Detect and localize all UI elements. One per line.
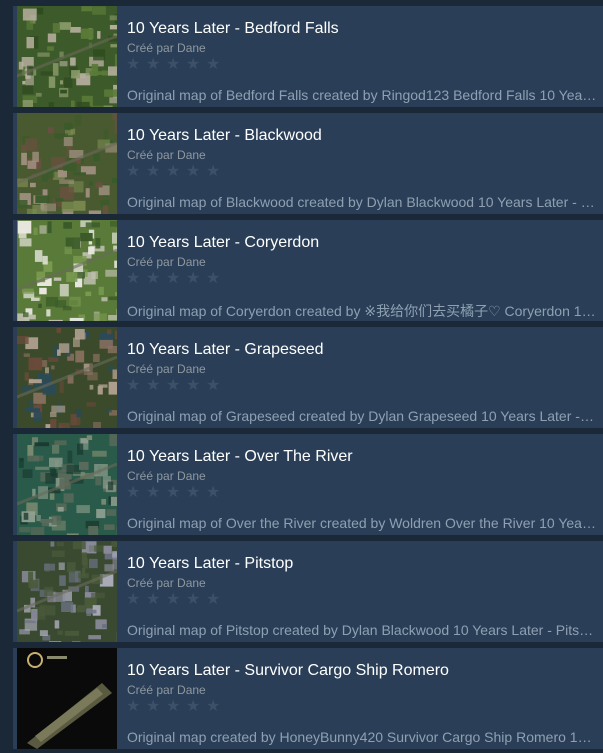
star-icon: ★	[126, 484, 142, 501]
item-description: Original map of Pitstop created by Dylan…	[127, 622, 597, 638]
star-icon: ★	[186, 484, 202, 501]
rating-stars: ★ ★ ★ ★ ★	[126, 270, 226, 288]
star-icon: ★	[206, 163, 222, 180]
star-icon: ★	[166, 484, 182, 501]
rating-stars: ★ ★ ★ ★ ★	[126, 698, 226, 716]
star-icon: ★	[126, 270, 142, 287]
item-title[interactable]: 10 Years Later - Blackwood	[127, 127, 322, 145]
workshop-item[interactable]: 10 Years Later - Coryerdon Créé par Dane ★…	[13, 220, 603, 321]
ship-map-thumbnail[interactable]	[17, 648, 117, 749]
town-map-thumbnail[interactable]	[17, 6, 117, 107]
star-icon: ★	[146, 698, 162, 715]
star-icon: ★	[146, 484, 162, 501]
rating-stars: ★ ★ ★ ★ ★	[126, 591, 226, 609]
item-description: Original map of Coryerdon created by ※我给…	[127, 303, 597, 319]
workshop-item[interactable]: 10 Years Later - Pitstop Créé par Dane ★ ★ ★…	[13, 541, 603, 642]
item-author: Créé par Dane	[127, 362, 206, 376]
star-icon: ★	[206, 270, 222, 287]
star-icon: ★	[206, 484, 222, 501]
star-icon: ★	[206, 377, 222, 394]
star-icon: ★	[166, 270, 182, 287]
town-map-thumbnail[interactable]	[17, 541, 117, 642]
star-icon: ★	[146, 163, 162, 180]
town-map-thumbnail[interactable]	[17, 113, 117, 214]
workshop-item[interactable]: 10 Years Later - Survivor Cargo Ship Rom…	[13, 648, 603, 749]
item-title[interactable]: 10 Years Later - Pitstop	[127, 555, 293, 573]
item-title[interactable]: 10 Years Later - Bedford Falls	[127, 20, 339, 38]
item-author: Créé par Dane	[127, 576, 206, 590]
star-icon: ★	[186, 56, 202, 73]
town-map-thumbnail[interactable]	[17, 434, 117, 535]
star-icon: ★	[206, 56, 222, 73]
star-icon: ★	[146, 377, 162, 394]
star-icon: ★	[146, 270, 162, 287]
item-description: Original map of Bedford Falls created by…	[127, 87, 597, 103]
item-description: Original map of Over the River created b…	[127, 515, 597, 531]
item-author: Créé par Dane	[127, 469, 206, 483]
rating-stars: ★ ★ ★ ★ ★	[126, 56, 226, 74]
star-icon: ★	[166, 591, 182, 608]
item-author: Créé par Dane	[127, 41, 206, 55]
star-icon: ★	[186, 377, 202, 394]
workshop-item[interactable]: 10 Years Later - Bedford Falls Créé par D…	[13, 6, 603, 107]
item-title[interactable]: 10 Years Later - Grapeseed	[127, 341, 324, 359]
workshop-item[interactable]: 10 Years Later - Over The River Créé par …	[13, 434, 603, 535]
star-icon: ★	[126, 163, 142, 180]
town-map-thumbnail[interactable]	[17, 327, 117, 428]
item-author: Créé par Dane	[127, 255, 206, 269]
item-title[interactable]: 10 Years Later - Over The River	[127, 448, 353, 466]
rating-stars: ★ ★ ★ ★ ★	[126, 484, 226, 502]
star-icon: ★	[166, 56, 182, 73]
item-author: Créé par Dane	[127, 148, 206, 162]
workshop-item[interactable]: 10 Years Later - Grapeseed Créé par Dane ★…	[13, 327, 603, 428]
item-description: Original map created by HoneyBunny420 Su…	[127, 729, 597, 745]
star-icon: ★	[166, 377, 182, 394]
item-description: Original map of Grapeseed created by Dyl…	[127, 408, 597, 424]
star-icon: ★	[146, 591, 162, 608]
workshop-item[interactable]: 10 Years Later - Blackwood Créé par Dane ★…	[13, 113, 603, 214]
star-icon: ★	[186, 270, 202, 287]
star-icon: ★	[126, 377, 142, 394]
star-icon: ★	[146, 56, 162, 73]
star-icon: ★	[126, 698, 142, 715]
star-icon: ★	[186, 698, 202, 715]
star-icon: ★	[126, 591, 142, 608]
star-icon: ★	[166, 163, 182, 180]
star-icon: ★	[206, 698, 222, 715]
rating-stars: ★ ★ ★ ★ ★	[126, 377, 226, 395]
star-icon: ★	[186, 591, 202, 608]
item-title[interactable]: 10 Years Later - Coryerdon	[127, 234, 319, 252]
item-title[interactable]: 10 Years Later - Survivor Cargo Ship Rom…	[127, 662, 449, 680]
star-icon: ★	[206, 591, 222, 608]
town-map-thumbnail[interactable]	[17, 220, 117, 321]
item-author: Créé par Dane	[127, 683, 206, 697]
workshop-item-list: 10 Years Later - Bedford Falls Créé par D…	[0, 0, 603, 753]
rating-stars: ★ ★ ★ ★ ★	[126, 163, 226, 181]
star-icon: ★	[126, 56, 142, 73]
star-icon: ★	[166, 698, 182, 715]
item-description: Original map of Blackwood created by Dyl…	[127, 194, 597, 210]
star-icon: ★	[186, 163, 202, 180]
